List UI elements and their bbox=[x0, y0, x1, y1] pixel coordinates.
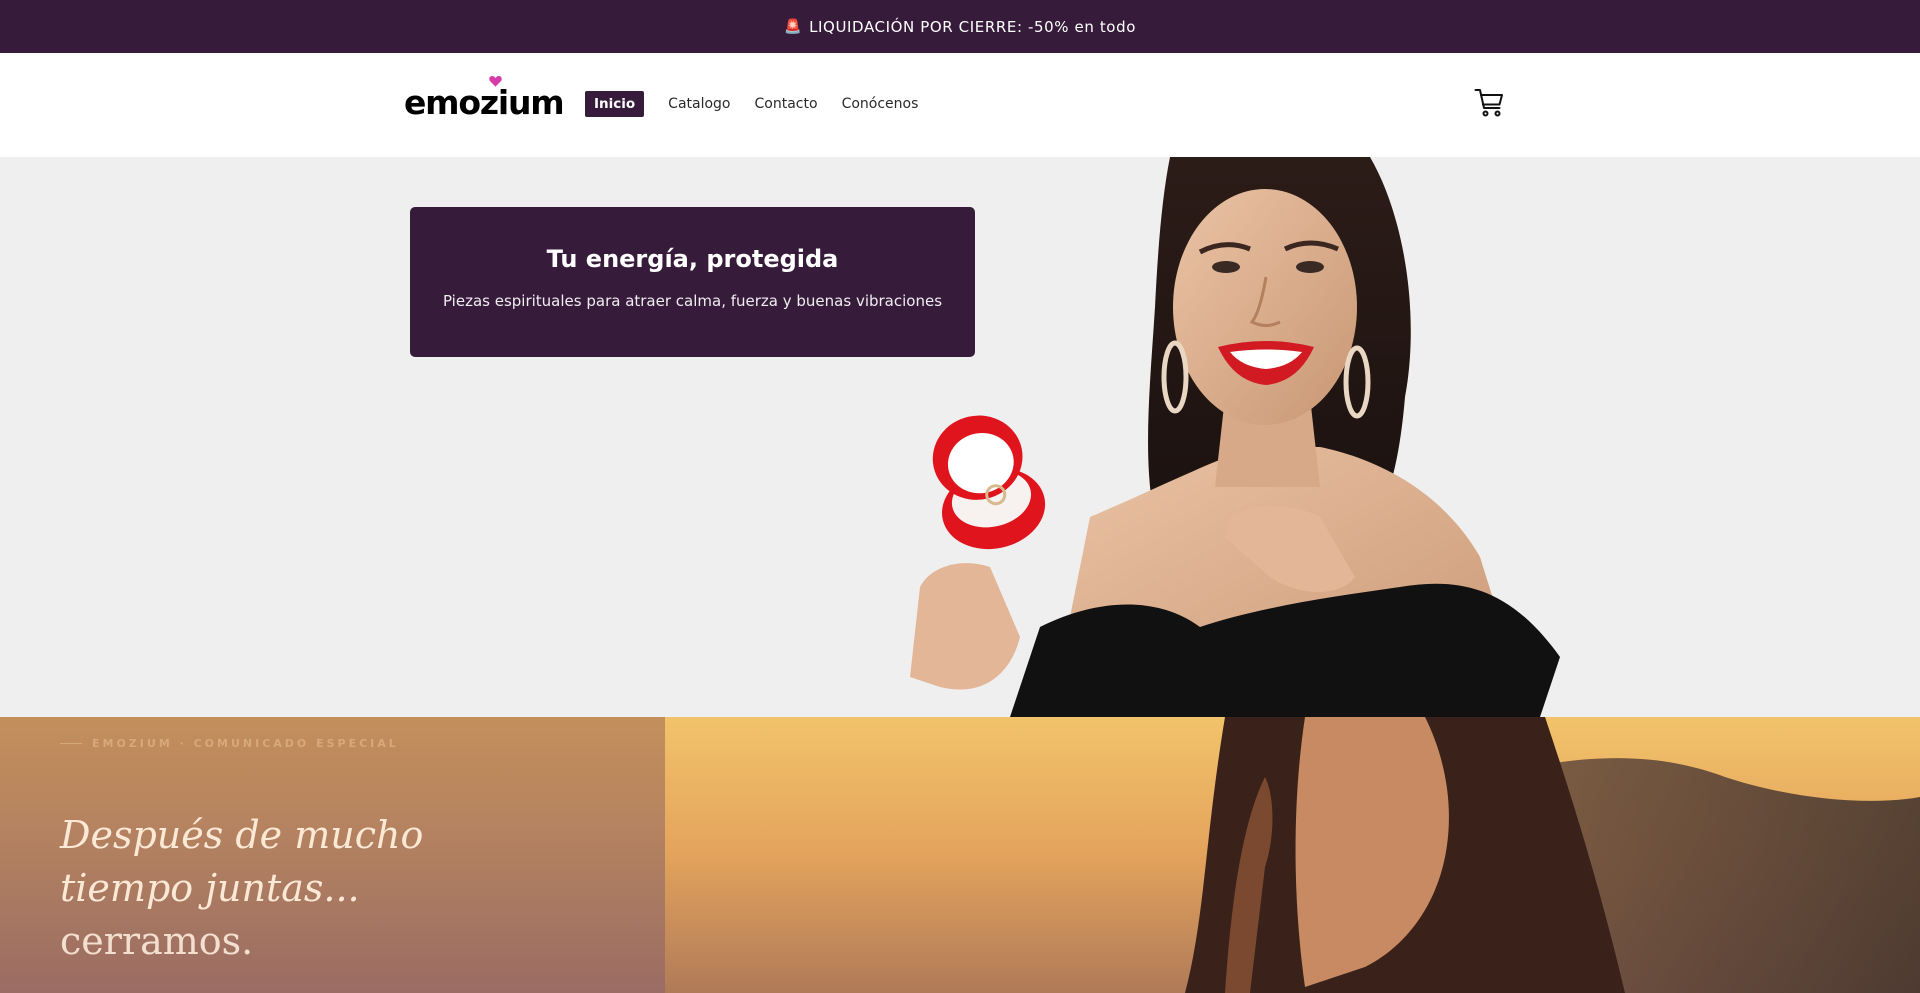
logo-text: emozium bbox=[404, 83, 565, 122]
nav-item-inicio[interactable]: Inicio bbox=[585, 91, 645, 117]
cart-icon[interactable] bbox=[1474, 86, 1504, 118]
announcement-text: LIQUIDACIÓN POR CIERRE: -50% en todo bbox=[809, 17, 1136, 36]
hero-subtitle: Piezas espirituales para atraer calma, f… bbox=[442, 292, 943, 310]
nav-item-contacto[interactable]: Contacto bbox=[755, 91, 818, 117]
hero-title: Tu energía, protegida bbox=[546, 245, 839, 273]
logo[interactable]: emozium bbox=[404, 75, 565, 123]
eyebrow: EMOZIUM · COMUNICADO ESPECIAL bbox=[60, 737, 399, 750]
hero-banner: Tu energía, protegida Piezas espirituale… bbox=[410, 207, 975, 357]
main-nav: Inicio Catalogo Contacto Conócenos bbox=[585, 91, 942, 117]
closing-heading-line1: Después de mucho bbox=[60, 813, 424, 857]
site-header: emozium Inicio Catalogo Contacto Conócen… bbox=[0, 53, 1920, 157]
eyebrow-text: EMOZIUM · COMUNICADO ESPECIAL bbox=[92, 737, 399, 750]
heart-icon bbox=[489, 75, 502, 87]
closing-text-panel: EMOZIUM · COMUNICADO ESPECIAL Después de… bbox=[0, 717, 665, 993]
closing-announcement-section: EMOZIUM · COMUNICADO ESPECIAL Después de… bbox=[0, 717, 1920, 993]
announcement-bar: 🚨 LIQUIDACIÓN POR CIERRE: -50% en todo bbox=[0, 0, 1920, 53]
nav-item-conocenos[interactable]: Conócenos bbox=[842, 91, 919, 117]
closing-heading-line3: cerramos. bbox=[60, 919, 254, 963]
hero-woman-with-ring-image bbox=[910, 157, 1560, 717]
nav-item-catalogo[interactable]: Catalogo bbox=[668, 91, 730, 117]
sunset-portrait-image bbox=[665, 717, 1920, 993]
eyebrow-line bbox=[60, 743, 82, 744]
closing-heading-line2: tiempo juntas... bbox=[60, 866, 360, 910]
hero-section: Tu energía, protegida Piezas espirituale… bbox=[0, 157, 1920, 717]
closing-heading: Después de mucho tiempo juntas... cerram… bbox=[60, 809, 480, 968]
siren-icon: 🚨 bbox=[784, 18, 803, 35]
